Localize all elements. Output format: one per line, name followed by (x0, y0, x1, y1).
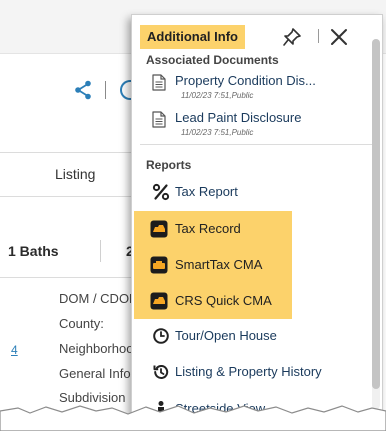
crs-icon (150, 292, 168, 310)
background-divider (0, 152, 140, 153)
report-item-label: CRS Quick CMA (175, 293, 272, 308)
close-icon[interactable] (329, 27, 349, 47)
report-item-tax-report[interactable]: Tax Report (146, 176, 356, 208)
background-divider (0, 196, 140, 197)
document-icon (152, 74, 166, 91)
document-title[interactable]: Property Condition Dis... (175, 73, 316, 88)
report-item-label: Listing & Property History (175, 364, 322, 379)
document-title[interactable]: Lead Paint Disclosure (175, 110, 301, 125)
scrollbar-thumb[interactable] (372, 39, 380, 389)
report-item-label: Tax Report (175, 184, 238, 199)
additional-info-panel: Additional Info Associated Documents Pro… (131, 14, 383, 417)
field-label-county: County: (59, 316, 104, 331)
report-item-tax-record[interactable]: Tax Record (134, 211, 292, 247)
report-item-label: SmartTax CMA (175, 257, 263, 272)
percent-icon (152, 183, 170, 201)
smarttax-icon (150, 256, 168, 274)
document-meta: 11/02/23 7:51,Public (181, 128, 254, 137)
report-item-listing-history[interactable]: Listing & Property History (146, 356, 356, 388)
toolbar-separator (105, 81, 106, 99)
report-item-smarttax-cma[interactable]: SmartTax CMA (134, 247, 292, 283)
report-item-label: Tax Record (175, 221, 241, 236)
document-meta: 11/02/23 7:51,Public (181, 91, 254, 100)
header-separator (318, 29, 319, 43)
torn-edge-bottom (0, 405, 386, 431)
field-label-neighborhood: Neighborhood (59, 341, 141, 356)
document-item[interactable]: Property Condition Dis... 11/02/23 7:51,… (146, 73, 346, 109)
report-item-crs-quick-cma[interactable]: CRS Quick CMA (134, 283, 292, 319)
field-label-dom: DOM / CDOM (59, 291, 140, 306)
section-divider (140, 144, 372, 145)
baths-label: 1 Baths (8, 243, 59, 259)
background-link[interactable]: 4 (11, 343, 18, 357)
field-label-general-info: General Info (59, 366, 131, 381)
tax-record-icon (150, 220, 168, 238)
share-icon[interactable] (74, 80, 92, 100)
reports-heading: Reports (146, 158, 192, 172)
tab-listing[interactable]: Listing (55, 166, 95, 182)
stat-separator (100, 240, 101, 262)
report-item-tour-open-house[interactable]: Tour/Open House (146, 320, 356, 352)
clock-icon (153, 328, 169, 344)
document-item[interactable]: Lead Paint Disclosure 11/02/23 7:51,Publ… (146, 110, 346, 146)
document-icon (152, 111, 166, 128)
pin-icon[interactable] (282, 27, 302, 47)
panel-title: Additional Info (140, 25, 245, 49)
associated-documents-heading: Associated Documents (146, 53, 279, 67)
background-divider (0, 277, 140, 278)
history-icon (153, 365, 169, 379)
report-item-label: Tour/Open House (175, 328, 277, 343)
